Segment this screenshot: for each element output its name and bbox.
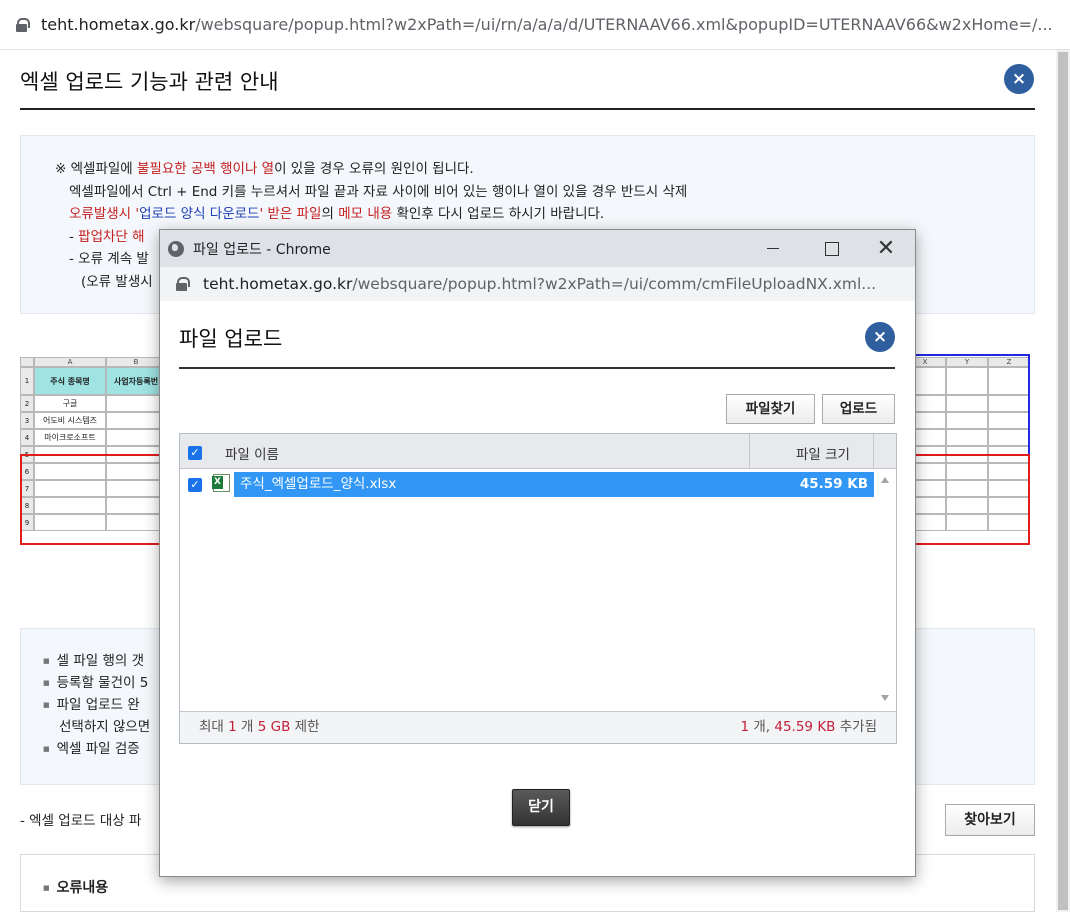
popup-url-host: teht.hometax.go.kr [203, 275, 353, 293]
upload-target-label: - 엑셀 업로드 대상 파 [20, 813, 142, 829]
popup-title-divider [179, 367, 895, 369]
find-file-button[interactable]: 파일찾기 [726, 394, 815, 424]
scroll-up-icon[interactable] [881, 477, 889, 483]
scroll-down-icon[interactable] [881, 695, 889, 701]
popup-close-button[interactable]: × [865, 322, 895, 352]
popup-title: 파일 업로드 [179, 327, 283, 351]
error-title: 오류내용 [43, 880, 108, 896]
file-upload-popup: 파일 업로드 - Chrome ✕ teht.hometax.go.kr/web… [159, 229, 916, 877]
lock-icon [176, 277, 190, 291]
lock-icon [16, 17, 30, 32]
grid-scrollbar[interactable] [875, 470, 896, 710]
popup-window-title: 파일 업로드 - Chrome [193, 241, 331, 258]
title-divider [20, 108, 1035, 110]
popup-url-path: /websquare/popup.html?w2xPath=/ui/comm/c… [352, 275, 877, 293]
col-header-size: 파일 크기 [796, 447, 850, 463]
url-path: /websquare/popup.html?w2xPath=/ui/rn/a/a… [195, 15, 1053, 34]
table-row[interactable]: 주식_엑셀업로드_양식.xlsx 45.59 KB [234, 472, 874, 497]
file-size: 45.59 KB [799, 476, 868, 492]
outer-close-button[interactable]: × [1004, 64, 1034, 94]
page-scrollbar[interactable] [1056, 50, 1070, 912]
popup-address-bar[interactable]: teht.hometax.go.kr/websquare/popup.html?… [160, 267, 915, 301]
upload-button[interactable]: 업로드 [822, 394, 895, 424]
grid-header: ✓ 파일 이름 파일 크기 [180, 434, 896, 469]
address-bar[interactable]: teht.hometax.go.kr/websquare/popup.html?… [0, 0, 1070, 50]
added-summary-text: 1 개, 45.59 KB 추가됨 [740, 719, 877, 735]
popup-titlebar[interactable]: 파일 업로드 - Chrome ✕ [160, 230, 915, 267]
maximize-icon[interactable] [802, 230, 860, 267]
close-window-icon[interactable]: ✕ [857, 230, 915, 267]
page-title: 엑셀 업로드 기능과 관련 안내 [20, 70, 279, 94]
grid-footer: 최대 1 개 5 GB 제한 1 개, 45.59 KB 추가됨 [180, 711, 896, 743]
file-row-checkbox[interactable]: ✓ [188, 478, 202, 492]
notice-line-1: ※ 엑셀파일에 불필요한 공백 행이나 열이 있을 경우 오류의 원인이 됩니다… [55, 161, 474, 177]
upload-limit-text: 최대 1 개 5 GB 제한 [199, 719, 320, 735]
col-header-name: 파일 이름 [225, 447, 279, 463]
browse-button[interactable]: 찾아보기 [945, 804, 1035, 836]
select-all-checkbox[interactable]: ✓ [188, 446, 202, 460]
notice-line-3: 오류발생시 '업로드 양식 다운로드' 받은 파일의 메모 내용 확인후 다시 … [69, 206, 605, 222]
file-list-grid: ✓ 파일 이름 파일 크기 ✓ 주식_엑셀업로드_양식.xlsx 45.59 K… [179, 433, 897, 744]
close-button[interactable]: 닫기 [512, 789, 570, 826]
minimize-icon[interactable] [744, 230, 802, 267]
scrollbar-thumb[interactable] [1058, 52, 1068, 910]
blue-highlight-box [912, 354, 1030, 455]
file-name: 주식_엑셀업로드_양식.xlsx [240, 476, 397, 492]
url-host: teht.hometax.go.kr [41, 15, 196, 34]
globe-icon [168, 240, 184, 257]
excel-file-icon [212, 474, 230, 492]
notice-line-2: 엑셀파일에서 Ctrl + End 키를 누르셔서 파일 끝과 자료 사이에 비… [69, 183, 688, 200]
col-separator [749, 434, 750, 469]
col-separator [873, 434, 874, 469]
